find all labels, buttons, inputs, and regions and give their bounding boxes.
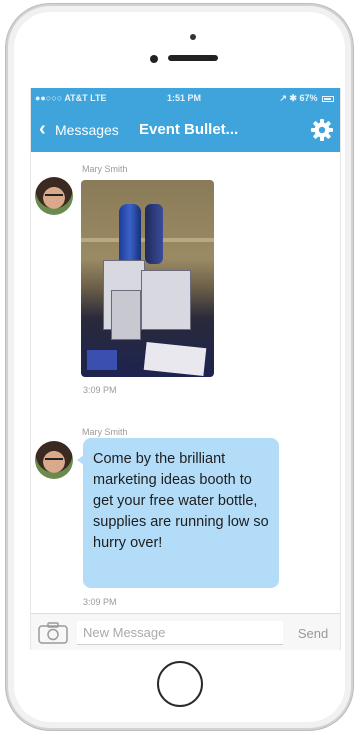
home-button[interactable] bbox=[157, 661, 203, 707]
send-button[interactable]: Send bbox=[289, 623, 337, 643]
message-photo[interactable] bbox=[81, 180, 214, 377]
message-text: Come by the brilliant marketing ideas bo… bbox=[93, 451, 269, 551]
message-timestamp: 3:09 PM bbox=[83, 597, 117, 607]
message-input[interactable] bbox=[77, 621, 283, 645]
status-bar: ●●○○○ AT&T LTE 1:51 PM ↗ ✱ 67% bbox=[31, 88, 340, 108]
chevron-left-icon[interactable]: ‹ bbox=[39, 119, 46, 139]
message-composer: Send bbox=[31, 613, 340, 650]
avatar[interactable] bbox=[35, 177, 73, 215]
page-title: Event Bullet... bbox=[139, 121, 239, 138]
screen: ●●○○○ AT&T LTE 1:51 PM ↗ ✱ 67% ‹ Message… bbox=[30, 88, 341, 650]
battery-percent: ↗ ✱ 67% bbox=[279, 93, 318, 103]
battery-icon bbox=[322, 95, 334, 102]
front-camera bbox=[150, 55, 158, 63]
carrier-signal: ●●○○○ AT&T LTE bbox=[35, 93, 107, 103]
navigation-bar: ‹ Messages Event Bullet... bbox=[31, 108, 340, 152]
battery-status: ↗ ✱ 67% bbox=[279, 93, 334, 104]
message-bubble[interactable]: Come by the brilliant marketing ideas bo… bbox=[83, 438, 279, 588]
avatar[interactable] bbox=[35, 441, 73, 479]
status-time: 1:51 PM bbox=[167, 93, 202, 103]
message-timestamp: 3:09 PM bbox=[83, 385, 117, 395]
camera-icon[interactable] bbox=[38, 622, 68, 644]
earpiece-speaker bbox=[168, 55, 218, 61]
gear-icon[interactable] bbox=[310, 118, 334, 142]
sender-name: Mary Smith bbox=[82, 164, 128, 174]
sender-name: Mary Smith bbox=[82, 427, 128, 437]
front-sensor bbox=[190, 34, 196, 40]
back-button[interactable]: Messages bbox=[55, 122, 119, 138]
